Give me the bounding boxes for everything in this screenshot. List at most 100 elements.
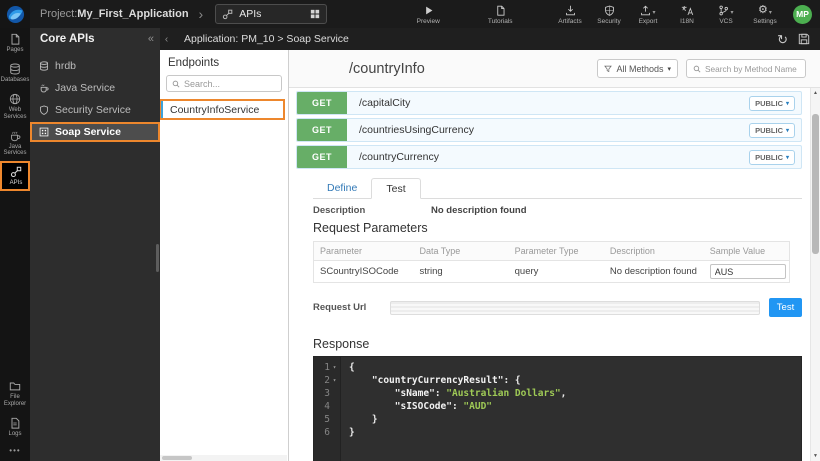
endpoint-row-countriesusingcurrency[interactable]: GET /countriesUsingCurrency PUBLIC ▾ — [296, 118, 802, 142]
user-avatar[interactable]: MP — [793, 5, 812, 24]
vcs-button[interactable]: ▾ VCS — [711, 4, 741, 25]
scrollbar-thumb[interactable] — [812, 114, 819, 254]
endpoint-row-countrycurrency[interactable]: GET /countryCurrency PUBLIC ▾ — [296, 145, 802, 169]
column-description: Description — [604, 242, 704, 261]
endpoint-item-countryinfoservice[interactable]: CountryInfoService — [160, 100, 284, 119]
sidebar-item-java-services[interactable]: Java Services — [0, 125, 30, 162]
open-tab-apis[interactable]: APIs — [215, 4, 327, 24]
access-level-dropdown[interactable]: PUBLIC ▾ — [749, 96, 795, 111]
column-parameter-type: Parameter Type — [509, 242, 604, 261]
search-icon — [172, 80, 180, 88]
sidebar-item-web-services[interactable]: Web Services — [0, 88, 30, 125]
app-logo[interactable] — [0, 0, 30, 28]
define-test-tabs: Define Test — [313, 178, 802, 199]
artifacts-button[interactable]: Artifacts — [555, 4, 585, 25]
code-line: "countryCurrencyResult": { — [349, 374, 801, 387]
sidebar-item-logs[interactable]: Logs — [0, 412, 30, 442]
http-method-badge: GET — [297, 92, 347, 114]
coffee-icon — [9, 130, 21, 142]
caret-down-icon: ▾ — [667, 65, 671, 73]
core-api-item-soap-service[interactable]: Soap Service — [30, 122, 160, 142]
request-url-label: Request Url — [313, 302, 390, 313]
settings-button[interactable]: ⚙ ▾ Settings — [750, 4, 780, 25]
grid-icon[interactable] — [310, 9, 320, 19]
main-vertical-scrollbar[interactable]: ▲ ▼ — [810, 88, 820, 461]
test-button[interactable]: Test — [769, 298, 802, 317]
method-search-input[interactable] — [705, 64, 799, 74]
tab-define[interactable]: Define — [313, 178, 371, 198]
cell-parameter-type: query — [509, 261, 604, 283]
editor-gutter: 1▾ 2▾ 3 4 5 6 — [314, 357, 341, 461]
scroll-down-icon[interactable]: ▼ — [811, 451, 820, 461]
methods-filter-dropdown[interactable]: All Methods ▾ — [597, 59, 678, 78]
database-icon — [9, 63, 21, 75]
preview-button[interactable]: Preview — [413, 4, 443, 25]
gutter-line: 1▾ — [314, 361, 338, 374]
tab-test[interactable]: Test — [371, 178, 420, 199]
translate-icon — [681, 5, 694, 16]
collapse-panel-icon[interactable]: « — [148, 33, 154, 45]
code-line: } — [349, 426, 801, 439]
core-api-item-hrdb[interactable]: hrdb — [30, 56, 160, 76]
endpoint-row-capitalcity[interactable]: GET /capitalCity PUBLIC ▾ — [296, 91, 802, 115]
method-search-box — [686, 59, 806, 78]
top-bar: Project:My_First_Application › APIs Prev… — [0, 0, 820, 28]
caret-down-icon: ▾ — [786, 154, 789, 161]
scroll-up-icon[interactable]: ▲ — [811, 88, 820, 98]
header-actions: ↻ — [777, 33, 820, 46]
table-header-row: Parameter Data Type Parameter Type Descr… — [314, 242, 790, 261]
collapse-endpoints-icon[interactable]: ‹ — [160, 34, 173, 45]
tutorials-button[interactable]: Tutorials — [485, 4, 515, 25]
cell-parameter: SCountryISOCode — [314, 261, 414, 283]
i18n-button[interactable]: I18N — [672, 4, 702, 25]
gutter-line: 3 — [314, 387, 338, 400]
security-button[interactable]: Security — [594, 4, 624, 25]
http-method-badge: GET — [297, 119, 347, 141]
save-icon[interactable] — [798, 33, 810, 45]
code-line: { — [349, 361, 801, 374]
export-button[interactable]: ▾ Export — [633, 4, 663, 25]
logs-icon — [9, 417, 21, 429]
shield-icon — [604, 5, 615, 16]
tab-label: APIs — [239, 8, 304, 20]
column-parameter: Parameter — [314, 242, 414, 261]
endpoints-search-input[interactable] — [184, 79, 276, 89]
description-label: Description — [313, 205, 431, 216]
core-apis-panel: Core APIs « hrdb Java Service Security S… — [30, 28, 160, 461]
refresh-icon[interactable]: ↻ — [777, 33, 788, 46]
endpoint-path: /capitalCity — [359, 97, 410, 109]
access-level-dropdown[interactable]: PUBLIC ▾ — [749, 150, 795, 165]
filter-icon — [604, 65, 612, 73]
editor-code: { "countryCurrencyResult": { "sName": "A… — [341, 357, 801, 461]
endpoint-body: GET /capitalCity PUBLIC ▾ GET /countries… — [289, 88, 820, 461]
sidebar-item-pages[interactable]: Pages — [0, 28, 30, 58]
gutter-line: 4 — [314, 400, 338, 413]
sample-value-input[interactable] — [710, 264, 786, 279]
sidebar-item-apis[interactable]: APIs — [0, 161, 30, 191]
sidebar-item-file-explorer[interactable]: File Explorer — [0, 375, 30, 412]
endpoints-panel: Endpoints CountryInfoService — [160, 50, 289, 461]
endpoint-path: /countryCurrency — [359, 151, 439, 163]
chevron-right-icon: › — [199, 7, 204, 21]
response-code-editor[interactable]: 1▾ 2▾ 3 4 5 6 { "countryCurrencyResult":… — [313, 356, 802, 461]
globe-icon — [9, 93, 21, 105]
core-api-item-java-service[interactable]: Java Service — [30, 78, 160, 98]
sidebar-item-databases[interactable]: Databases — [0, 58, 30, 88]
code-line: "sISOCode": "AUD" — [349, 400, 801, 413]
access-level-dropdown[interactable]: PUBLIC ▾ — [749, 123, 795, 138]
endpoints-horizontal-scrollbar[interactable] — [160, 455, 287, 461]
more-options-ellipsis-icon[interactable]: ••• — [0, 442, 30, 461]
fold-icon[interactable]: ▾ — [331, 361, 338, 374]
core-apis-list: hrdb Java Service Security Service Soap … — [30, 56, 160, 142]
column-sample-value: Sample Value — [704, 242, 790, 261]
gutter-line: 5 — [314, 413, 338, 426]
fold-icon[interactable]: ▾ — [331, 374, 338, 387]
core-api-item-security-service[interactable]: Security Service — [30, 100, 160, 120]
project-label[interactable]: Project:My_First_Application — [40, 8, 189, 20]
gutter-line: 6 — [314, 426, 338, 439]
scrollbar-thumb[interactable] — [162, 456, 192, 460]
play-icon — [423, 5, 434, 16]
panel-scrollbar-thumb[interactable] — [156, 244, 159, 272]
request-url-input[interactable] — [390, 301, 760, 315]
cell-data-type: string — [413, 261, 508, 283]
